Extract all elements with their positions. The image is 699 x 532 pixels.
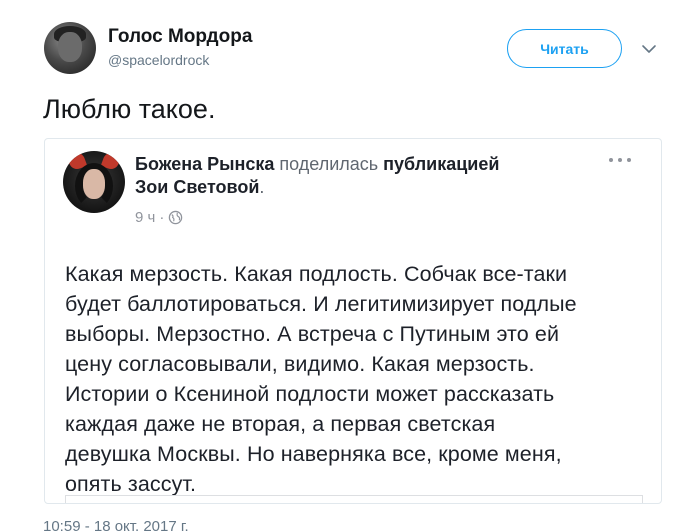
attached-content-frame (65, 495, 643, 503)
avatar-face (83, 169, 105, 199)
author-avatar[interactable] (44, 22, 96, 74)
post-line: цену согласовывали, видимо. Какая мерзос… (65, 352, 535, 376)
header-period: . (259, 177, 265, 197)
post-line: Истории о Ксениной подлости может расска… (65, 382, 555, 406)
tweet-timestamp[interactable]: 10:59 - 18 окт. 2017 г. (43, 518, 189, 532)
post-line: Какая мерзость. Какая подлость. Собчак в… (65, 262, 568, 286)
post-line: каждая даже не вторая, а первая светская (65, 412, 496, 436)
chevron-down-icon[interactable] (640, 40, 658, 58)
meta-separator: · (159, 209, 165, 226)
post-line: будет баллотироваться. И легитимизирует … (65, 292, 577, 316)
embedded-post-meta: 9 ч · (135, 209, 183, 226)
post-time: 9 ч (135, 209, 156, 226)
follow-button[interactable]: Читать (507, 29, 622, 68)
tweet-text: Люблю такое. (43, 94, 216, 124)
shared-verb: поделилась (279, 154, 379, 174)
more-options-icon[interactable] (607, 155, 633, 165)
globe-icon (169, 210, 183, 225)
original-author: Зои Световой (135, 177, 260, 197)
embedded-post-header: Божена Рынска поделилась публикацией Зои… (135, 153, 575, 199)
post-line: выборы. Мерзостно. А встреча с Путиным э… (65, 322, 560, 346)
author-handle[interactable]: @spacelordrock (108, 52, 209, 68)
shared-object: публикацией (383, 154, 500, 174)
avatar-face (58, 32, 82, 62)
embedded-post-card[interactable]: Божена Рынска поделилась публикацией Зои… (44, 138, 662, 504)
author-name[interactable]: Голос Мордора (108, 26, 252, 48)
embedded-author-name: Божена Рынска (135, 154, 275, 174)
post-line: девушка Москвы. Но наверняка все, кроме … (65, 442, 562, 466)
embedded-post-body: Какая мерзость. Какая подлость. Собчак в… (65, 259, 650, 499)
embedded-author-avatar (63, 151, 125, 213)
